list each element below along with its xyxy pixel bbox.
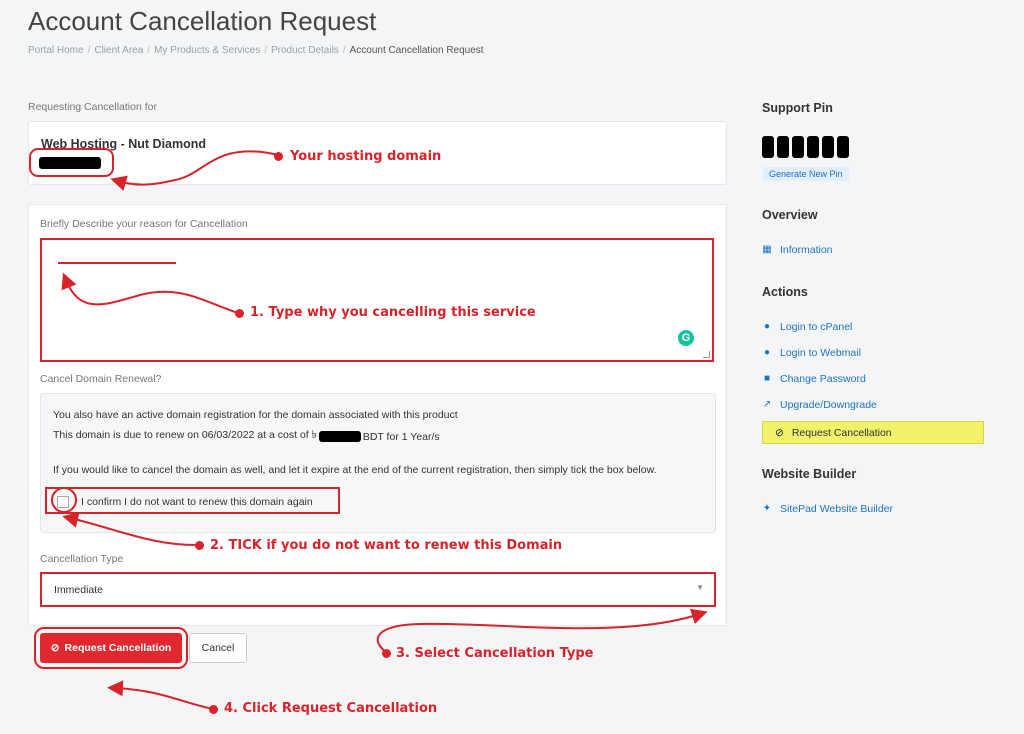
external-link-icon: ↗ [762, 399, 772, 410]
annotation-step1: 1. Type why you cancelling this service [250, 305, 536, 320]
annotation-dot [235, 309, 244, 318]
user-icon: ● [763, 321, 771, 332]
cancellation-type-value: Immediate [54, 584, 104, 596]
annotation-dot [274, 152, 283, 161]
arrow-step4 [107, 680, 214, 710]
domain-renewal-label: Cancel Domain Renewal? [40, 373, 162, 385]
redacted-pin [792, 136, 804, 158]
redacted-pin [762, 136, 774, 158]
breadcrumb-portal-home[interactable]: Portal Home [28, 45, 84, 56]
annotation-dot [209, 705, 218, 714]
grid-icon: ▦ [762, 244, 772, 255]
resize-handle[interactable] [703, 351, 710, 358]
breadcrumb-client-area[interactable]: Client Area [94, 45, 143, 56]
annotation-step3: 3. Select Cancellation Type [396, 646, 594, 661]
magic-wand-icon: ✦ [762, 503, 772, 514]
overview-heading: Overview [762, 208, 818, 222]
cancellation-type-label: Cancellation Type [40, 553, 124, 565]
ban-icon: ⊘ [50, 642, 60, 654]
annotation-dot [195, 541, 204, 550]
breadcrumb: Portal Home / Client Area / My Products & … [28, 45, 484, 56]
page-title: Account Cancellation Request [28, 6, 377, 36]
breadcrumb-current: Account Cancellation Request [349, 45, 484, 56]
actions-heading: Actions [762, 285, 808, 299]
annotation-dot [382, 649, 391, 658]
lock-icon: ■ [763, 373, 771, 384]
breadcrumb-product-details[interactable]: Product Details [271, 45, 339, 56]
sidebar-item-upgrade[interactable]: ↗ Upgrade/Downgrade [762, 399, 877, 411]
redacted-pin [807, 136, 819, 158]
confirm-renewal-row[interactable]: I confirm I do not want to renew this do… [45, 487, 340, 514]
redacted-pin [822, 136, 834, 158]
domain-info-line3: If you would like to cancel the domain a… [53, 464, 657, 476]
sidebar-item-information[interactable]: ▦ Information [762, 244, 832, 256]
sidebar-item-sitepad[interactable]: ✦ SitePad Website Builder [762, 503, 893, 515]
checkbox-highlight [51, 487, 77, 513]
redacted-pin [837, 136, 849, 158]
cancel-button[interactable]: Cancel [189, 633, 247, 663]
chevron-down-icon: ▼ [696, 583, 704, 592]
product-name: Web Hosting - Nut Diamond [41, 137, 207, 151]
sidebar-item-change-password[interactable]: ■ Change Password [762, 373, 866, 385]
domain-info-line2: This domain is due to renew on 06/03/202… [53, 429, 440, 443]
reason-label: Briefly Describe your reason for Cancell… [40, 218, 248, 230]
redacted-price [318, 431, 361, 442]
redacted-domain [39, 157, 101, 169]
cancellation-type-select[interactable]: Immediate ▼ [40, 572, 716, 607]
typed-text-marker [58, 262, 176, 264]
request-cancellation-button[interactable]: ⊘ Request Cancellation [40, 633, 182, 663]
redacted-pin [777, 136, 789, 158]
annotation-step2: 2. TICK if you do not want to renew this… [210, 538, 563, 553]
domain-renewal-box: You also have an active domain registrat… [40, 393, 716, 533]
domain-info-line1: You also have an active domain registrat… [53, 409, 458, 421]
confirm-renewal-label[interactable]: I confirm I do not want to renew this do… [81, 496, 313, 508]
generate-pin-button[interactable]: Generate New Pin [763, 167, 849, 181]
annotation-hosting-domain: Your hosting domain [290, 149, 442, 164]
website-builder-heading: Website Builder [762, 467, 857, 481]
ban-icon: ⊘ [775, 426, 784, 439]
user-icon: ● [763, 347, 771, 358]
requesting-label: Requesting Cancellation for [28, 101, 157, 113]
grammarly-icon[interactable]: G [678, 330, 694, 346]
annotation-step4: 4. Click Request Cancellation [224, 701, 438, 716]
support-pin-heading: Support Pin [762, 101, 833, 115]
sidebar-item-login-webmail[interactable]: ● Login to Webmail [762, 347, 861, 359]
reason-textarea[interactable]: G [40, 238, 714, 362]
sidebar-item-login-cpanel[interactable]: ● Login to cPanel [762, 321, 852, 333]
sidebar-item-request-cancellation[interactable]: ⊘ Request Cancellation [762, 421, 984, 444]
breadcrumb-my-products[interactable]: My Products & Services [154, 45, 260, 56]
